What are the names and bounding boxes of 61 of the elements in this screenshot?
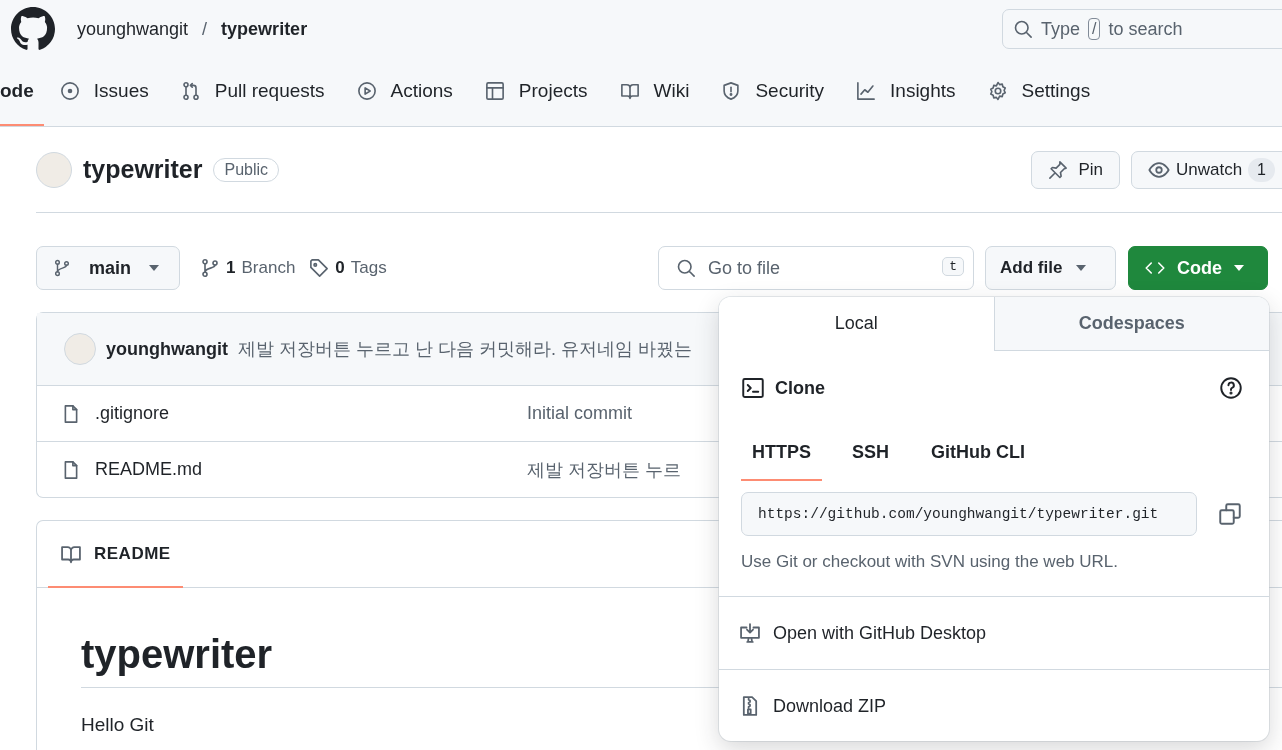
owner-link[interactable]: younghwangit (77, 18, 189, 40)
pull-request-icon (180, 81, 201, 101)
repo-link[interactable]: typewriter (221, 18, 308, 40)
clone-url-field[interactable]: https://github.com/younghwangit/typewriter.git (741, 492, 1197, 536)
caret-icon (149, 265, 159, 271)
github-logo[interactable] (11, 7, 55, 51)
repo-tab[interactable]: Issues (43, 58, 165, 126)
branches-link[interactable]: 1 Branch (200, 258, 296, 278)
file-name[interactable]: .gitignore (95, 403, 170, 424)
book-icon (619, 81, 640, 101)
pin-button[interactable]: Pin (1031, 150, 1120, 189)
protocol-tab[interactable]: GitHub CLI (919, 425, 1037, 481)
tag-icon (309, 258, 330, 278)
table-icon (484, 81, 505, 101)
copy-icon (1218, 502, 1242, 526)
caret-icon (1234, 265, 1244, 271)
issue-icon (59, 81, 80, 101)
protocol-tab[interactable]: SSH (840, 425, 902, 481)
terminal-icon (741, 376, 765, 400)
help-icon (1219, 376, 1243, 400)
readme-tab[interactable]: README (48, 521, 183, 588)
menu-tab[interactable]: Local (719, 297, 994, 351)
repo-tab[interactable]: ode (0, 58, 44, 126)
shortcut-key: t (942, 257, 964, 276)
clone-title: Clone (775, 377, 825, 399)
caret-icon (1076, 265, 1087, 271)
menu-item[interactable]: Open with GitHub Desktop (719, 596, 1269, 669)
repo-tab[interactable]: Settings (971, 58, 1107, 126)
tags-link[interactable]: 0 Tags (309, 258, 387, 278)
repo-tab[interactable]: Security (705, 58, 841, 126)
pin-icon (1048, 159, 1069, 180)
code-button[interactable]: Code (1128, 246, 1268, 290)
branch-icon (200, 258, 220, 278)
unwatch-button[interactable]: Unwatch 1 (1130, 150, 1282, 189)
repo-tab[interactable]: Projects (468, 58, 604, 126)
desktop-download-icon (739, 622, 761, 644)
repo-tab[interactable]: Insights (840, 58, 972, 126)
repo-title: typewriter (83, 155, 203, 184)
readme-text: Hello Git (81, 714, 155, 736)
file-name[interactable]: README.md (95, 459, 202, 480)
search-icon (1013, 19, 1033, 39)
search-field[interactable]: Type / to search (1002, 9, 1282, 49)
clone-hint: Use Git or checkout with SVN using the web URL. (741, 552, 1119, 573)
repo-tab[interactable]: Wiki (603, 58, 706, 126)
branch-icon (53, 259, 71, 277)
repo-tab[interactable]: Pull requests (164, 58, 341, 126)
repo-tab[interactable]: Actions (340, 58, 469, 126)
play-icon (356, 81, 377, 101)
shield-icon (721, 81, 742, 101)
avatar-icon (64, 333, 96, 365)
graph-icon (856, 81, 877, 101)
menu-item[interactable]: Download ZIP (719, 669, 1269, 741)
gear-icon (987, 81, 1008, 101)
avatar-icon (36, 151, 72, 188)
branch-button[interactable]: main (36, 246, 180, 290)
add-file-button[interactable]: Add file (985, 246, 1116, 290)
menu-tab[interactable]: Codespaces (993, 297, 1269, 351)
protocol-tab[interactable]: HTTPS (741, 425, 822, 481)
breadcrumb-separator: / (202, 18, 208, 40)
commit-author[interactable]: younghwangit (106, 338, 228, 360)
commit-message[interactable]: 제발 저장버튼 누르고 난 다음 커밋해라. 유저네임 바꿨는 (238, 337, 692, 361)
